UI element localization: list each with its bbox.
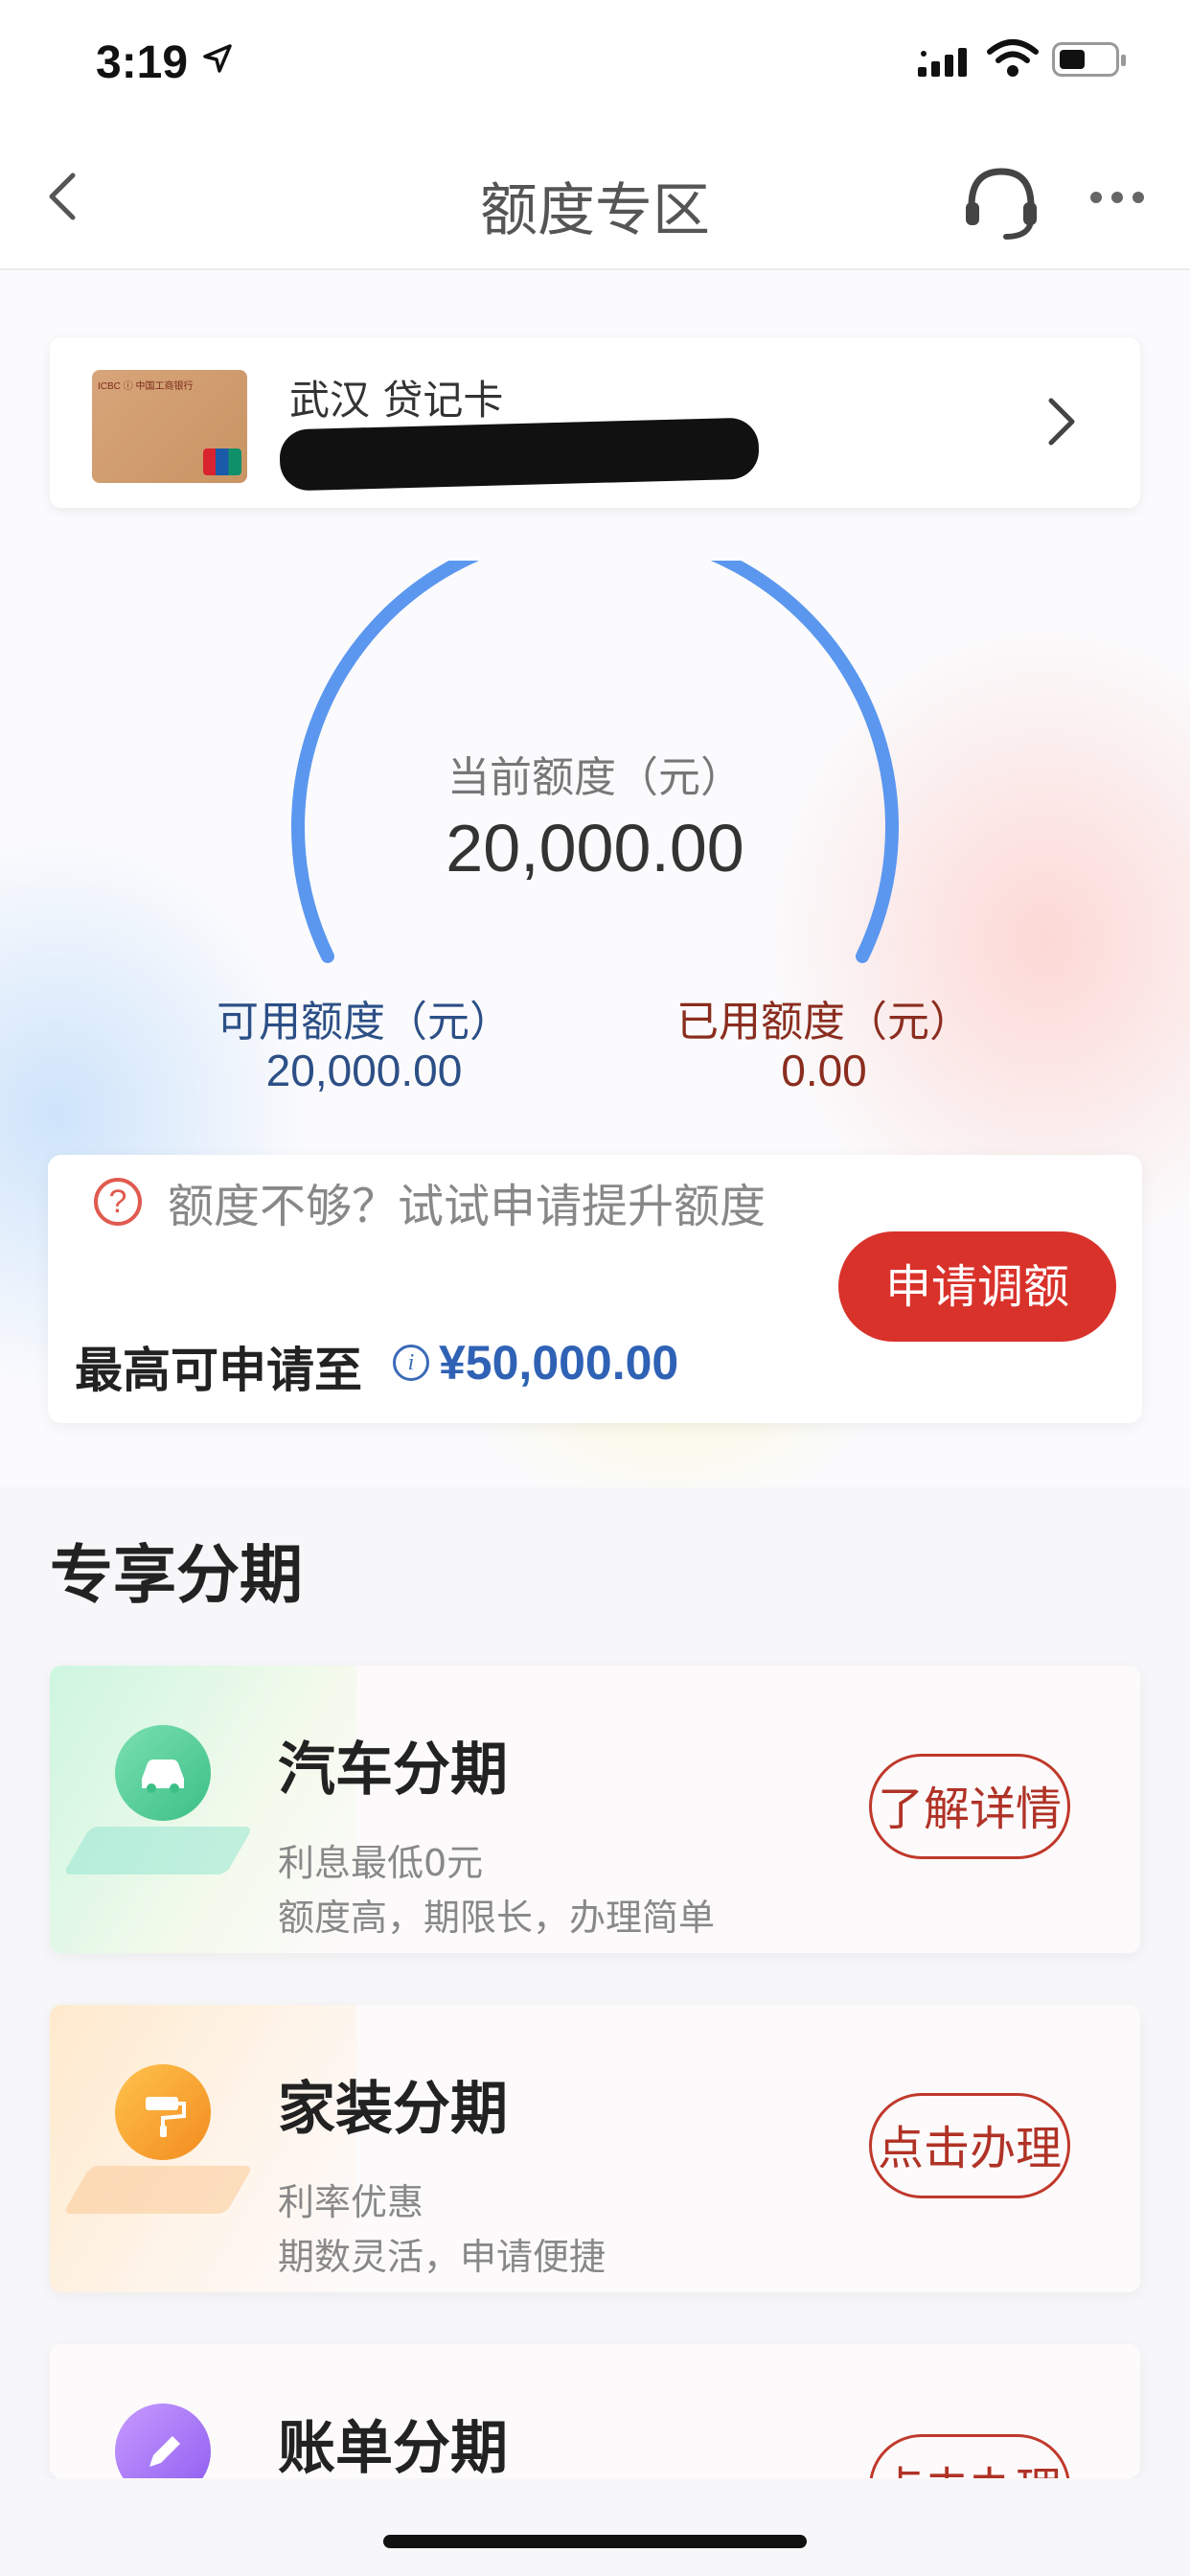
product-description: 期数灵活，申请便捷 (278, 2236, 606, 2278)
paint-roller-icon (115, 2064, 211, 2160)
raise-limit-card: ? 额度不够？试试申请提升额度 最高可申请至 i ¥50,000.00 申请调额 (48, 1155, 1142, 1423)
more-icon[interactable] (1090, 189, 1154, 207)
max-apply-label: 最高可申请至 (75, 1343, 362, 1398)
redacted-card-number (279, 417, 760, 492)
location-arrow-icon (201, 42, 234, 83)
apply-now-button[interactable]: 点击办理 (869, 2093, 1070, 2198)
battery-icon (1052, 42, 1126, 77)
available-limit-value: 20,000.00 (265, 1046, 463, 1095)
headset-icon[interactable] (958, 158, 1044, 244)
chevron-right-icon (1041, 393, 1080, 454)
car-icon (115, 1725, 211, 1821)
question-icon: ? (94, 1178, 142, 1226)
wifi-icon (987, 38, 1039, 82)
bank-card-image: ICBC ⓘ 中国工商银行 (92, 370, 247, 483)
card-selector[interactable]: ICBC ⓘ 中国工商银行 武汉 贷记卡 (50, 337, 1140, 508)
status-bar: 3:19 (0, 0, 1190, 129)
home-indicator[interactable] (383, 2535, 807, 2548)
card-name: 武汉 贷记卡 (289, 377, 504, 424)
current-limit-label: 当前额度（元） (447, 753, 743, 802)
product-card-home-decor-installment[interactable]: 家装分期 利率优惠 期数灵活，申请便捷 点击办理 (50, 2005, 1140, 2292)
product-title: 账单分期 (278, 2415, 508, 2478)
learn-more-button[interactable]: 了解详情 (869, 1754, 1070, 1859)
current-limit-value: 20,000.00 (446, 811, 744, 886)
info-icon[interactable]: i (393, 1345, 429, 1381)
product-description: 额度高，期限长，办理简单 (278, 1897, 716, 1939)
product-title: 家装分期 (278, 2076, 508, 2143)
bottom-safe-area (0, 2478, 1190, 2576)
max-apply-value: ¥50,000.00 (439, 1336, 679, 1390)
product-card-bill-installment[interactable]: 账单分期 点击办理 (50, 2344, 1140, 2478)
apply-adjust-button[interactable]: 申请调额 (838, 1231, 1116, 1342)
product-card-car-installment[interactable]: 汽车分期 利息最低0元 额度高，期限长，办理简单 了解详情 (50, 1666, 1140, 1953)
raise-limit-text: 额度不够？试试申请提升额度 (168, 1180, 767, 1233)
product-subtitle: 利率优惠 (278, 2181, 424, 2223)
product-subtitle: 利息最低0元 (278, 1842, 484, 1884)
unionpay-logo (203, 448, 241, 475)
product-title: 汽车分期 (278, 1736, 508, 1804)
nav-bar: 额度专区 (0, 129, 1190, 270)
icbc-logo: ICBC ⓘ 中国工商银行 (98, 381, 194, 392)
signal-icon (918, 48, 972, 80)
pencil-icon (115, 2404, 211, 2478)
section-title: 专享分期 (50, 1538, 303, 1612)
apply-now-button[interactable]: 点击办理 (869, 2434, 1070, 2478)
status-time: 3:19 (96, 37, 189, 88)
available-limit-label: 可用额度（元） (217, 998, 512, 1046)
used-limit-label: 已用额度（元） (676, 998, 972, 1046)
used-limit-value: 0.00 (781, 1046, 867, 1095)
